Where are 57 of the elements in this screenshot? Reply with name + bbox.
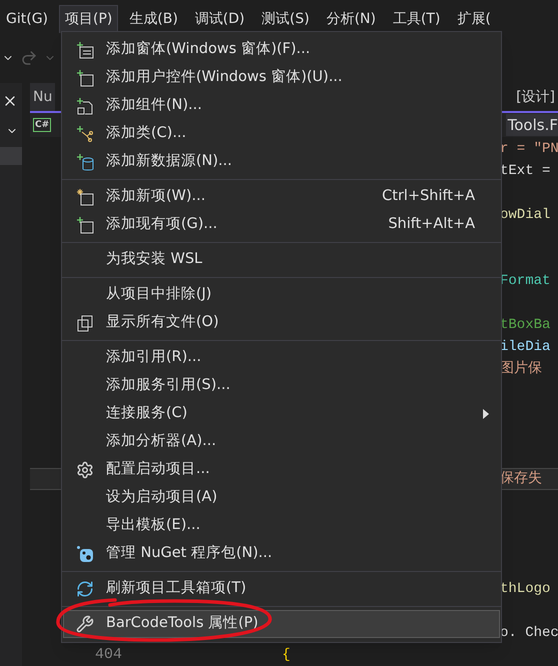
menu-bar-item[interactable]: 扩展(: [451, 5, 497, 33]
menu-bar-item[interactable]: 工具(T): [386, 5, 446, 33]
menu-bar-item[interactable]: 测试(S): [256, 5, 316, 33]
menu-item[interactable]: 导出模板(E)...: [63, 512, 500, 540]
menu-bar-item[interactable]: 分析(N): [320, 5, 382, 33]
files-icon: [76, 314, 94, 332]
class-icon: [76, 125, 94, 143]
menu-bar-item[interactable]: 项目(P): [59, 5, 118, 33]
menu-item[interactable]: 添加现有项(G)... Shift+Alt+A: [63, 211, 500, 239]
code-text: owDial: [500, 206, 552, 224]
form-icon: [76, 41, 94, 59]
menu-item[interactable]: 显示所有文件(O): [63, 309, 500, 337]
menu-item[interactable]: BarCodeTools 属性(P): [63, 610, 500, 638]
package-icon: [76, 545, 94, 563]
code-text: tBoxBa: [500, 316, 552, 334]
code-text: 保存失: [500, 470, 543, 488]
code-text: r = "PN: [500, 140, 558, 158]
document-tab[interactable]: Nu: [30, 83, 56, 111]
shortcut-text: Shift+Alt+A: [388, 215, 475, 234]
code-text: {: [282, 646, 290, 664]
menu-item[interactable]: 添加分析器(A)...: [63, 428, 500, 456]
settings-icon: [76, 461, 94, 479]
code-text: tExt =: [500, 162, 552, 180]
menu-item[interactable]: 为我安装 WSL: [63, 246, 500, 274]
csharp-badge: C#: [33, 118, 52, 132]
menu-item[interactable]: 连接服务(C): [63, 400, 500, 428]
database-icon: [76, 153, 94, 171]
component-icon: [76, 97, 94, 115]
wrench-icon: [76, 615, 94, 633]
menu-item[interactable]: 从项目中排除(J): [63, 281, 500, 309]
menu-bar-item[interactable]: Git(G): [0, 5, 54, 33]
refresh-icon: [76, 580, 94, 598]
code-text: Format: [500, 272, 552, 290]
menu-item[interactable]: 添加类(C)...: [63, 120, 500, 148]
menu-item[interactable]: 添加服务引用(S)...: [63, 372, 500, 400]
code-text: thLogo: [500, 580, 552, 598]
file-name: Tools.F: [506, 114, 558, 136]
selected-row: [0, 147, 22, 165]
menu-item[interactable]: 添加新项(W)... Ctrl+Shift+A: [63, 183, 500, 211]
menu-item[interactable]: 添加窗体(Windows 窗体)(F)...: [63, 36, 500, 64]
menu-bar-item[interactable]: 调试(D): [188, 5, 251, 33]
menu-item[interactable]: 添加用户控件(Windows 窗体)(U)...: [63, 64, 500, 92]
menu-item[interactable]: 添加组件(N)...: [63, 92, 500, 120]
line-number: 404: [95, 644, 122, 665]
menu-bar-item[interactable]: 生成(B): [123, 5, 184, 33]
existing-item-icon: [76, 216, 94, 234]
shortcut-text: Ctrl+Shift+A: [382, 187, 475, 206]
menu-item[interactable]: 添加引用(R)...: [63, 344, 500, 372]
new-item-icon: [76, 188, 94, 206]
menu-item[interactable]: 刷新项目工具箱项(T): [63, 575, 500, 603]
control-icon: [76, 69, 94, 87]
menu-item[interactable]: 添加新数据源(N)...: [63, 148, 500, 176]
code-text: ileDia: [500, 338, 552, 356]
menu-item[interactable]: 管理 NuGet 程序包(N)...: [63, 540, 500, 568]
menu-item[interactable]: 配置启动项目...: [63, 456, 500, 484]
submenu-arrow-icon: [483, 409, 489, 419]
menu-item[interactable]: 设为启动项目(A): [63, 484, 500, 512]
